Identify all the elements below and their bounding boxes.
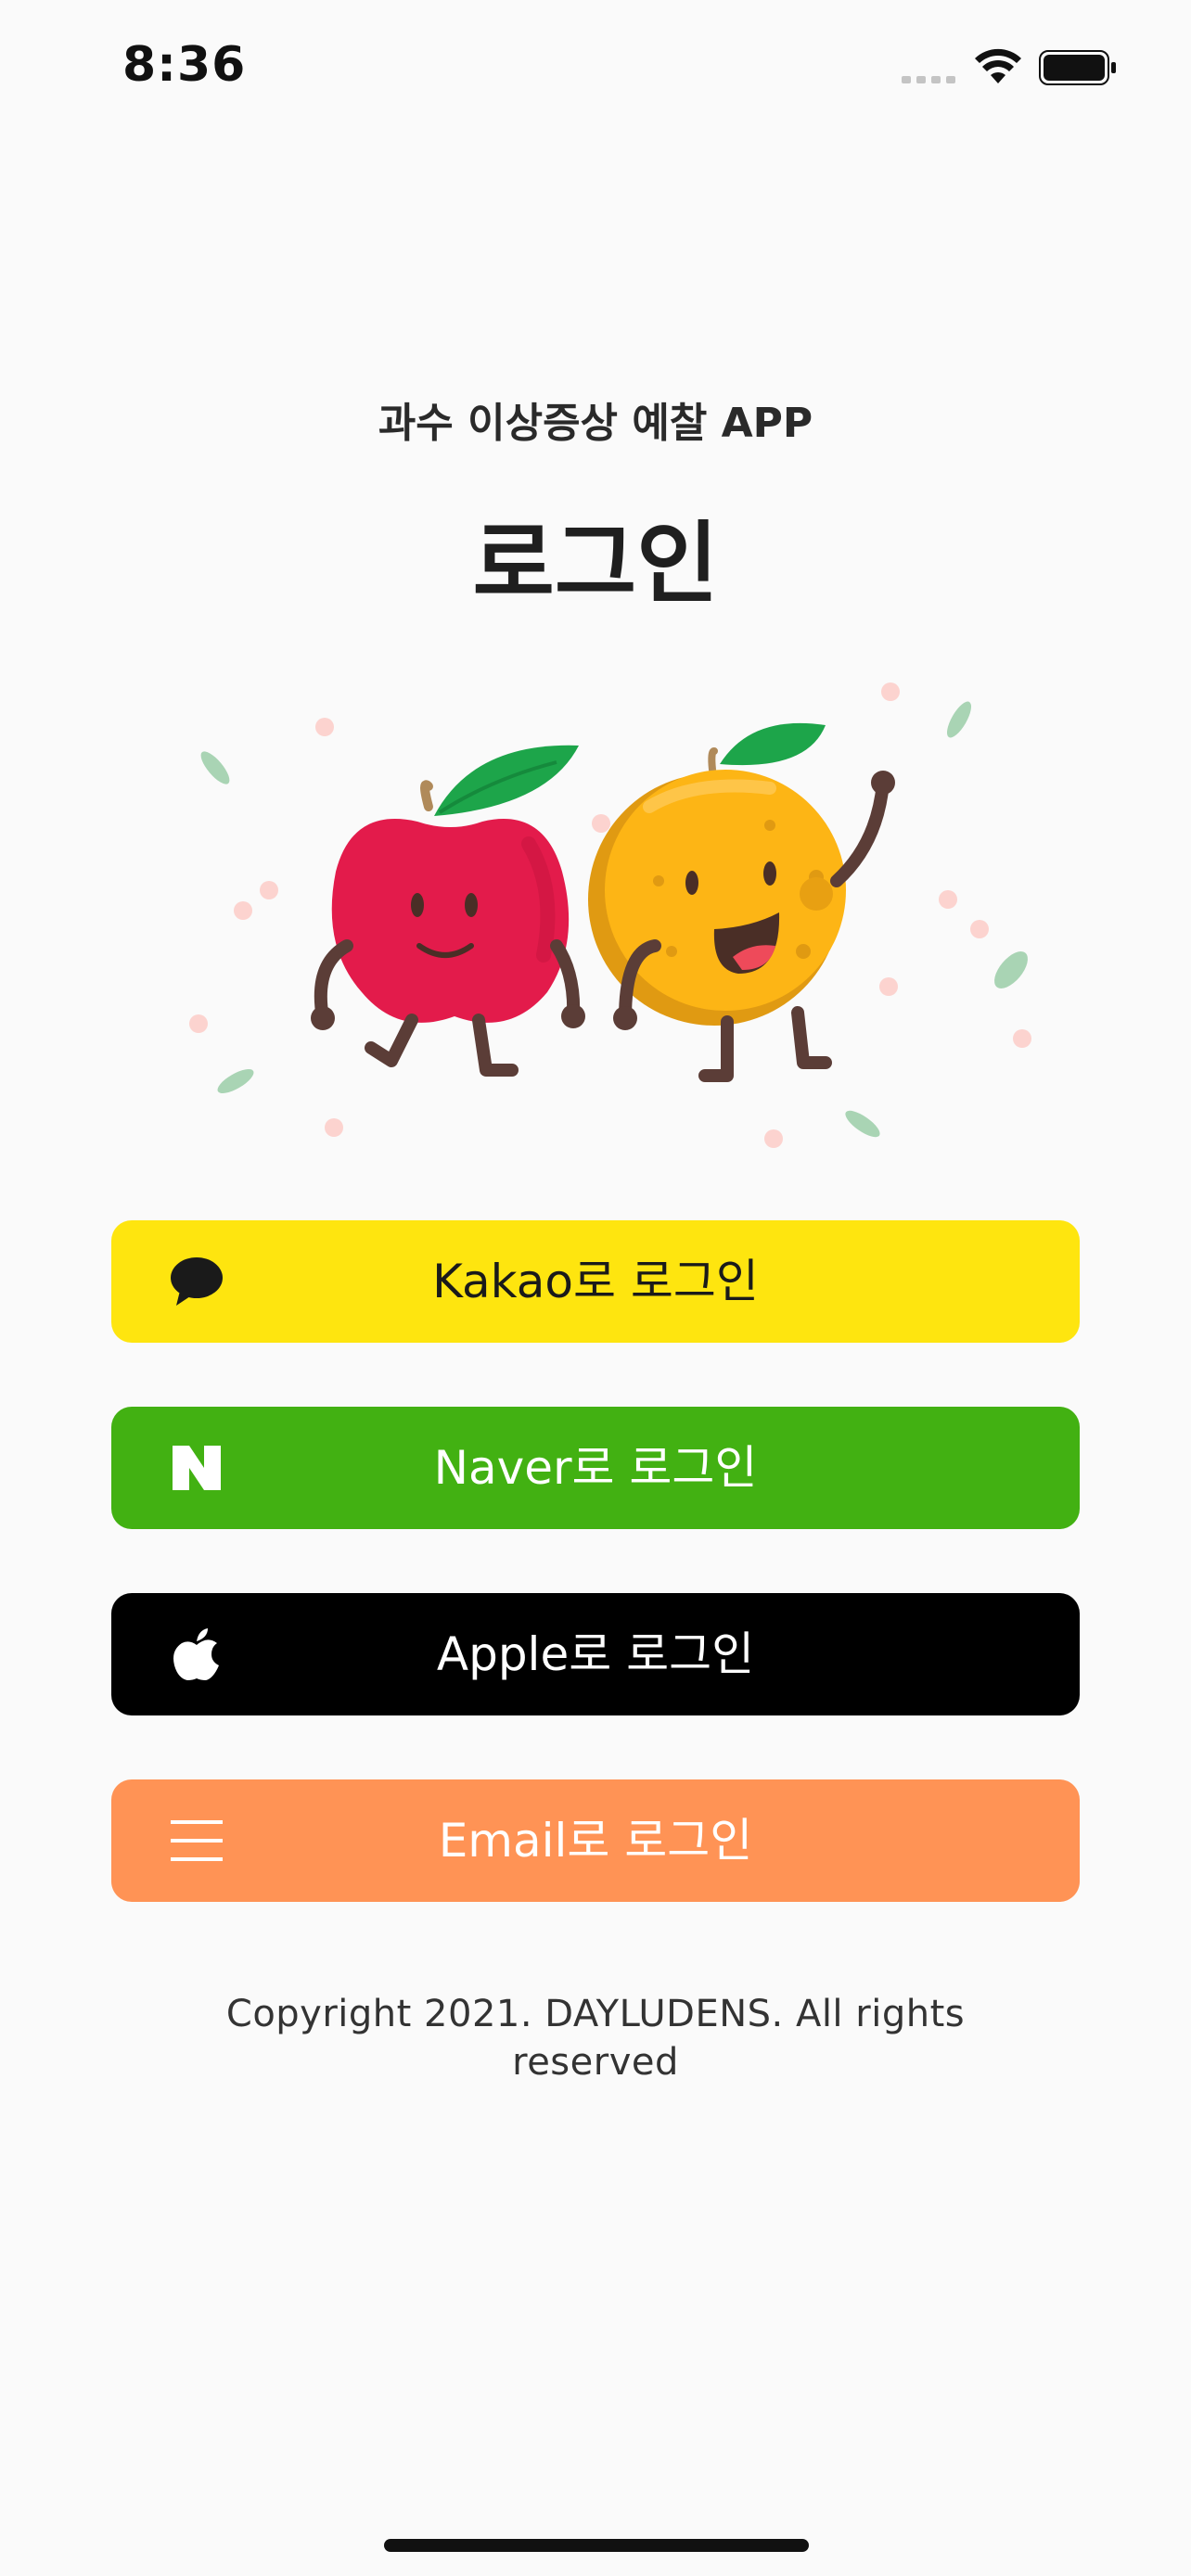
kakao-login-button[interactable]: Kakao로 로그인 (111, 1220, 1080, 1343)
kakao-login-label: Kakao로 로그인 (432, 1255, 759, 1308)
apple-and-orange-mascots-illustration (189, 682, 1031, 1148)
email-login-button[interactable]: Email로 로그인 (111, 1779, 1080, 1902)
status-bar: 8:36 (0, 0, 1191, 130)
apple-login-label: Apple로 로그인 (436, 1627, 755, 1681)
status-time: 8:36 (122, 37, 247, 93)
copyright-text: Copyright 2021. DAYLUDENS. All rights re… (225, 1993, 966, 2084)
naver-login-button[interactable]: Naver로 로그인 (111, 1407, 1080, 1529)
app-subtitle: 과수 이상증상 예찰 APP (378, 400, 813, 447)
cellular-signal-icon (902, 76, 955, 83)
email-login-label: Email로 로그인 (438, 1814, 753, 1868)
apple-login-button[interactable]: Apple로 로그인 (111, 1593, 1080, 1715)
battery-icon (1039, 50, 1116, 85)
page-title: 로그인 (472, 512, 719, 616)
home-indicator[interactable] (384, 2539, 809, 2552)
naver-login-label: Naver로 로그인 (433, 1441, 758, 1495)
wifi-icon (975, 48, 1021, 83)
login-screen: 8:36 과수 이상증상 예찰 APP 로그인 Kakao로 로그인 Naver… (0, 0, 1191, 2576)
